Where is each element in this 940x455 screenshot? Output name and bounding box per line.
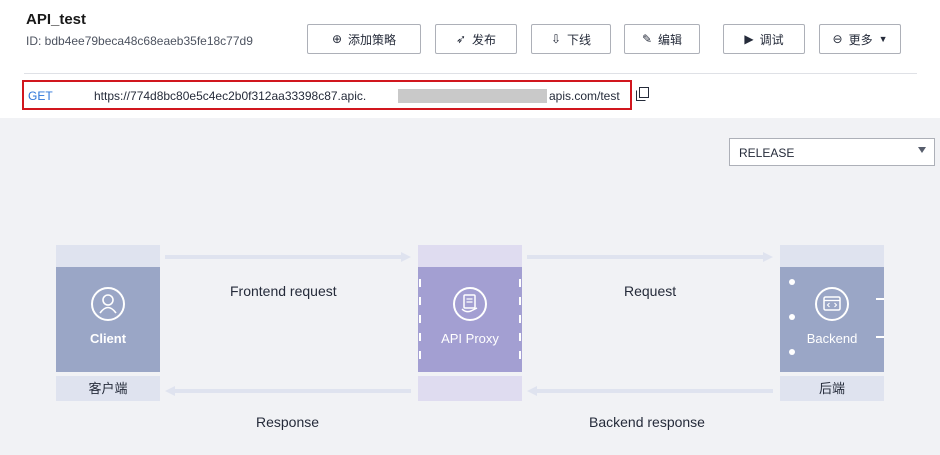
response-text: Response [256, 414, 320, 430]
plus-circle-icon: ⊕ [331, 32, 343, 46]
proxy-node-bottom [418, 376, 522, 401]
more-button[interactable]: ⊖ 更多 ▼ [819, 24, 901, 54]
backend-node: Backend [780, 267, 884, 372]
api-proxy-label: API Proxy [441, 331, 499, 346]
code-window-icon [815, 287, 849, 321]
client-node-top [56, 245, 160, 267]
debug-label: 调试 [759, 32, 784, 47]
proxy-icon [453, 287, 487, 321]
user-icon [91, 287, 125, 321]
minus-circle-icon: ⊖ [832, 32, 843, 46]
chevron-down-icon [918, 147, 926, 153]
debug-button[interactable]: ▶ 调试 [723, 24, 805, 54]
edit-label: 编辑 [658, 32, 683, 47]
play-icon: ▶ [744, 32, 754, 46]
backend-response-text: Backend response [589, 414, 705, 430]
backend-response-arrow [527, 386, 773, 396]
caret-down-icon: ▼ [878, 33, 888, 44]
offline-button[interactable]: ⇩ 下线 [531, 24, 611, 54]
copy-icon[interactable] [636, 87, 649, 101]
more-label: 更多 [848, 32, 873, 47]
api-url-bar: GET https://774d8bc80e5c4ec2b0f312aa3339… [22, 80, 632, 110]
response-arrow [165, 386, 411, 396]
header-divider [24, 73, 917, 74]
client-node: Client [56, 267, 160, 372]
client-label: Client [89, 331, 127, 346]
frontend-request-text: Frontend request [230, 283, 337, 299]
backend-caption: 后端 [780, 376, 884, 401]
frontend-request-arrow [165, 252, 411, 262]
request-arrow [527, 252, 773, 262]
add-policy-button[interactable]: ⊕ 添加策略 [307, 24, 421, 54]
send-icon: ➶ [455, 32, 467, 46]
request-text: Request [624, 283, 677, 299]
url-suffix: apis.com/test [549, 89, 620, 103]
arrow-down-icon: ⇩ [550, 32, 562, 46]
backend-label: Backend [806, 331, 858, 346]
http-method: GET [28, 89, 53, 103]
publish-button[interactable]: ➶ 发布 [435, 24, 517, 54]
client-caption: 客户端 [56, 376, 160, 401]
environment-value: RELEASE [739, 146, 795, 160]
publish-label: 发布 [472, 32, 497, 47]
proxy-node-top [418, 245, 522, 267]
add-policy-label: 添加策略 [348, 32, 397, 47]
pencil-icon: ✎ [641, 32, 653, 46]
api-proxy-node: API Proxy [418, 267, 522, 372]
url-prefix: https://774d8bc80e5c4ec2b0f312aa33398c87… [94, 89, 367, 103]
api-id: ID: bdb4ee79beca48c68eaeb35fe18c77d9 [26, 34, 253, 48]
environment-select[interactable]: RELEASE [729, 138, 935, 166]
api-name: API_test [26, 11, 87, 28]
backend-node-top [780, 245, 884, 267]
redacted-domain [398, 89, 547, 103]
offline-label: 下线 [567, 32, 592, 47]
api-header: API_test ID: bdb4ee79beca48c68eaeb35fe18… [0, 0, 940, 118]
edit-button[interactable]: ✎ 编辑 [624, 24, 700, 54]
